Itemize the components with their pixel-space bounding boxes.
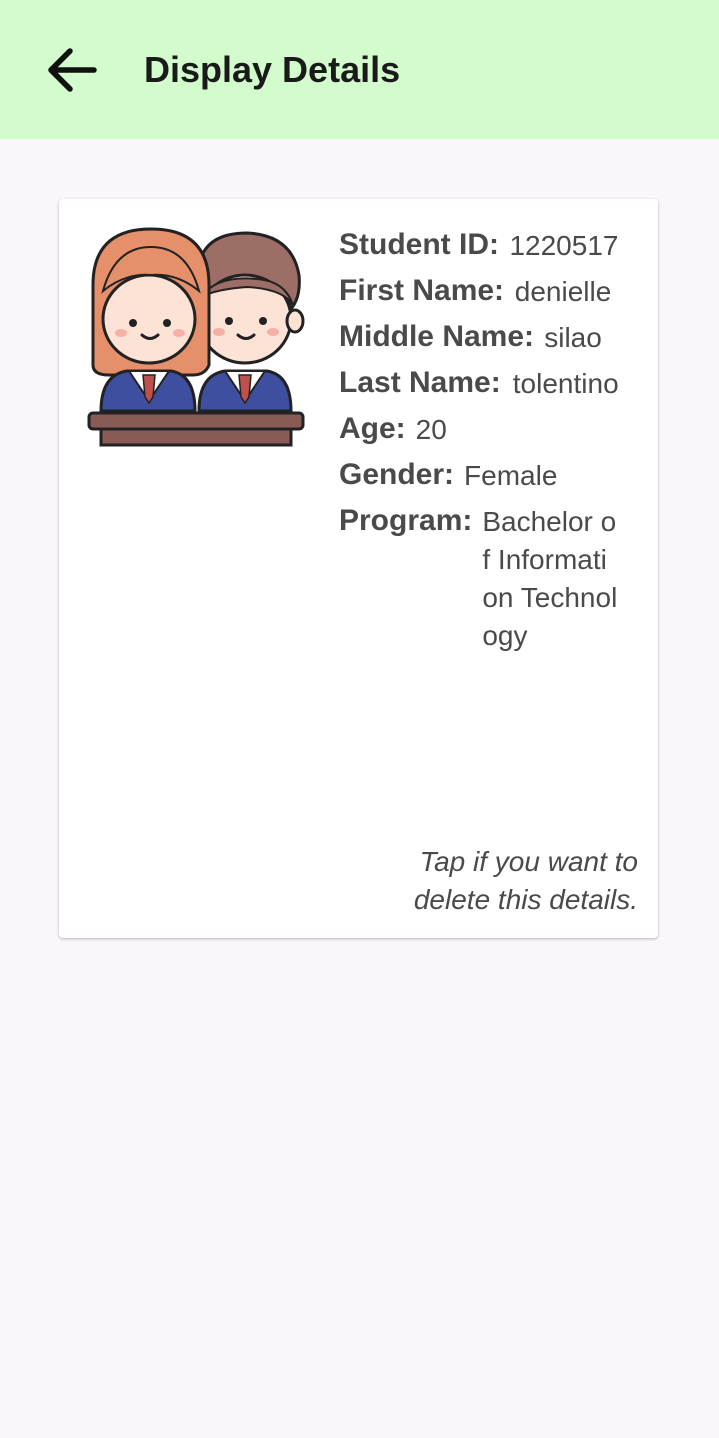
details-list: Student ID: 1220517 First Name: denielle… <box>339 225 639 661</box>
last-name-row: Last Name: tolentino <box>339 363 639 403</box>
students-at-desk-icon <box>87 227 305 447</box>
delete-hint: Tap if you want to delete this details. <box>413 846 638 915</box>
gender-value: Female <box>464 460 558 491</box>
student-id-value: 1220517 <box>509 230 619 261</box>
student-id-row: Student ID: 1220517 <box>339 225 639 265</box>
age-value: 20 <box>415 414 447 445</box>
middle-name-label: Middle Name: <box>339 320 535 353</box>
age-label: Age: <box>339 412 406 445</box>
middle-name-row: Middle Name: silao <box>339 317 639 357</box>
last-name-value: tolentino <box>512 368 619 399</box>
first-name-label: First Name: <box>339 274 505 307</box>
gender-label: Gender: <box>339 458 455 491</box>
page-title: Display Details <box>144 49 401 90</box>
program-label: Program: <box>339 504 473 537</box>
arrow-left-icon <box>48 48 97 92</box>
middle-name-value: silao <box>544 322 602 353</box>
gender-row: Gender: Female <box>339 455 639 495</box>
program-row: Program: Bachelor of Information Technol… <box>339 501 639 655</box>
age-row: Age: 20 <box>339 409 639 449</box>
student-id-label: Student ID: <box>339 228 499 261</box>
back-button[interactable] <box>36 34 108 106</box>
student-details-card[interactable]: Student ID: 1220517 First Name: denielle… <box>59 199 658 938</box>
first-name-value: denielle <box>514 276 612 307</box>
app-bar: Display Details <box>0 0 719 139</box>
first-name-row: First Name: denielle <box>339 271 639 311</box>
last-name-label: Last Name: <box>339 366 501 399</box>
program-value: Bachelor of Information Technology <box>482 506 618 651</box>
